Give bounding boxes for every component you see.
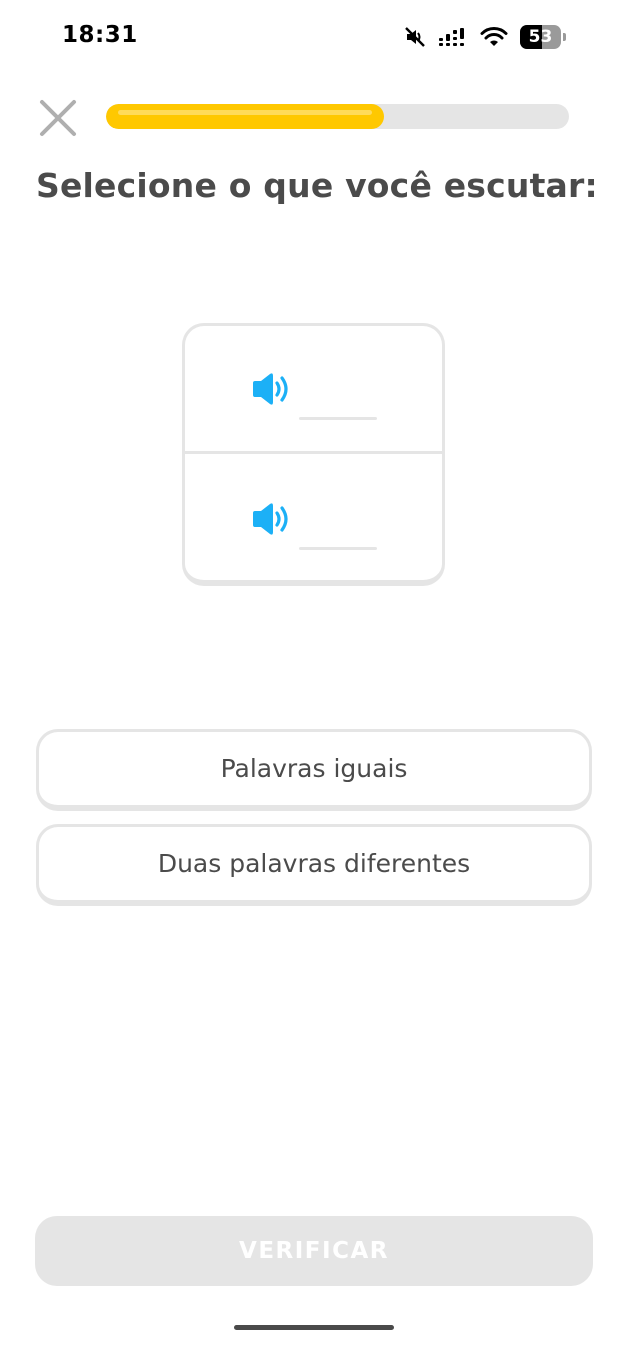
option-same-words-button[interactable]: Palavras iguais [36,729,592,811]
lesson-progress-bar [106,104,569,129]
speaker-icon [253,373,288,405]
cellular-signal-icon [439,28,464,46]
audio-pair-card [182,323,445,586]
status-icons: 53 [404,24,566,50]
close-icon[interactable] [36,96,80,140]
verify-button[interactable]: VERIFICAR [35,1216,593,1286]
option-different-words-button[interactable]: Duas palavras diferentes [36,824,592,906]
wifi-icon [480,27,508,46]
exercise-prompt: Selecione o que você escutar: [36,166,598,205]
mute-icon [405,27,425,47]
home-indicator [234,1325,394,1330]
audio-clip-2-button[interactable] [185,456,442,584]
status-bar: 18:31 53 [0,0,628,74]
lesson-progress-fill [106,104,384,129]
battery-level: 53 [528,27,553,47]
audio-clip-1-button[interactable] [185,326,442,454]
audio-answer-blank [299,417,377,420]
speaker-icon [253,503,288,535]
battery-icon: 53 [520,25,566,49]
audio-answer-blank [299,547,377,550]
status-time: 18:31 [62,22,138,48]
